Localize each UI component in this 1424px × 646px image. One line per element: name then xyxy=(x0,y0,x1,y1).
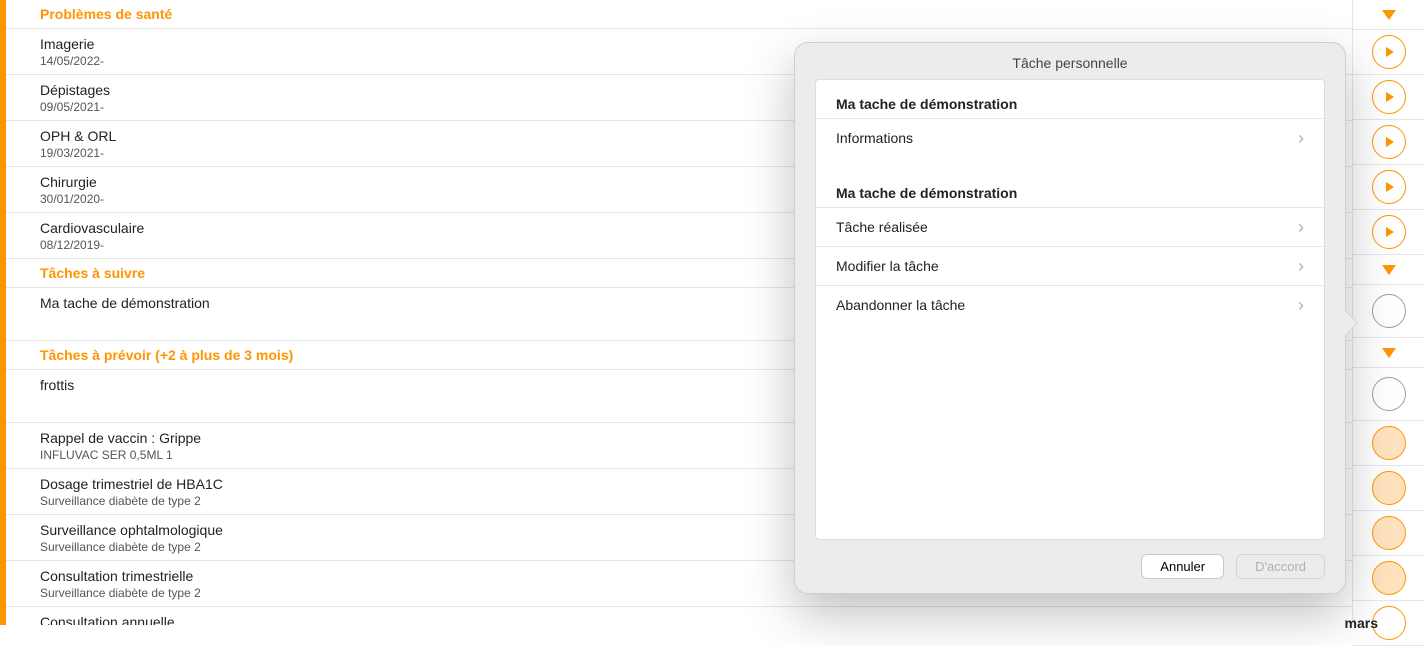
status-button[interactable] xyxy=(1353,421,1424,466)
filled-circle-icon xyxy=(1372,471,1406,505)
row-title: Consultation annuelle xyxy=(40,614,1318,625)
play-icon xyxy=(1372,80,1406,114)
play-icon xyxy=(1372,35,1406,69)
status-button[interactable] xyxy=(1353,165,1424,210)
collapse-toggle[interactable] xyxy=(1353,0,1424,30)
status-button[interactable] xyxy=(1353,368,1424,421)
month-label: mars xyxy=(1345,615,1378,631)
popover-group-label: Ma tache de démonstration xyxy=(816,80,1324,118)
play-icon xyxy=(1372,125,1406,159)
collapse-toggle[interactable] xyxy=(1353,338,1424,368)
popover-body: Ma tache de démonstration Informations ›… xyxy=(815,79,1325,540)
status-button[interactable] xyxy=(1353,556,1424,601)
task-popover: Tâche personnelle Ma tache de démonstrat… xyxy=(794,42,1346,594)
chevron-right-icon: › xyxy=(1298,129,1304,147)
status-column: mars xyxy=(1352,0,1424,625)
caret-down-icon xyxy=(1382,348,1396,358)
status-button[interactable] xyxy=(1353,30,1424,75)
chevron-right-icon: › xyxy=(1298,257,1304,275)
popover-item-informations[interactable]: Informations › xyxy=(816,118,1324,157)
status-button[interactable] xyxy=(1353,120,1424,165)
empty-circle-icon xyxy=(1372,377,1406,411)
cancel-button[interactable]: Annuler xyxy=(1141,554,1224,579)
filled-circle-icon xyxy=(1372,516,1406,550)
ok-button[interactable]: D'accord xyxy=(1236,554,1325,579)
play-icon xyxy=(1372,170,1406,204)
popover-item-label: Informations xyxy=(836,130,913,146)
empty-circle-icon xyxy=(1372,294,1406,328)
status-button[interactable]: mars xyxy=(1353,601,1424,646)
filled-circle-icon xyxy=(1372,561,1406,595)
play-icon xyxy=(1372,215,1406,249)
chevron-right-icon: › xyxy=(1298,296,1304,314)
popover-item-label: Modifier la tâche xyxy=(836,258,939,274)
popover-item-abandon[interactable]: Abandonner la tâche › xyxy=(816,285,1324,324)
status-button[interactable] xyxy=(1353,466,1424,511)
popover-footer: Annuler D'accord xyxy=(795,540,1345,593)
filled-circle-icon xyxy=(1372,426,1406,460)
popover-group-label: Ma tache de démonstration xyxy=(816,157,1324,207)
popover-item-label: Abandonner la tâche xyxy=(836,297,965,313)
status-button[interactable] xyxy=(1353,285,1424,338)
popover-item-label: Tâche réalisée xyxy=(836,219,928,235)
collapse-toggle[interactable] xyxy=(1353,255,1424,285)
status-button[interactable] xyxy=(1353,75,1424,120)
caret-down-icon xyxy=(1382,10,1396,20)
section-header-problems[interactable]: Problèmes de santé xyxy=(6,0,1352,29)
plan-row[interactable]: Consultation annuelle xyxy=(6,607,1352,625)
caret-down-icon xyxy=(1382,265,1396,275)
popover-title: Tâche personnelle xyxy=(795,43,1345,79)
status-button[interactable] xyxy=(1353,210,1424,255)
popover-item-done[interactable]: Tâche réalisée › xyxy=(816,207,1324,246)
popover-item-edit[interactable]: Modifier la tâche › xyxy=(816,246,1324,285)
chevron-right-icon: › xyxy=(1298,218,1304,236)
status-button[interactable] xyxy=(1353,511,1424,556)
